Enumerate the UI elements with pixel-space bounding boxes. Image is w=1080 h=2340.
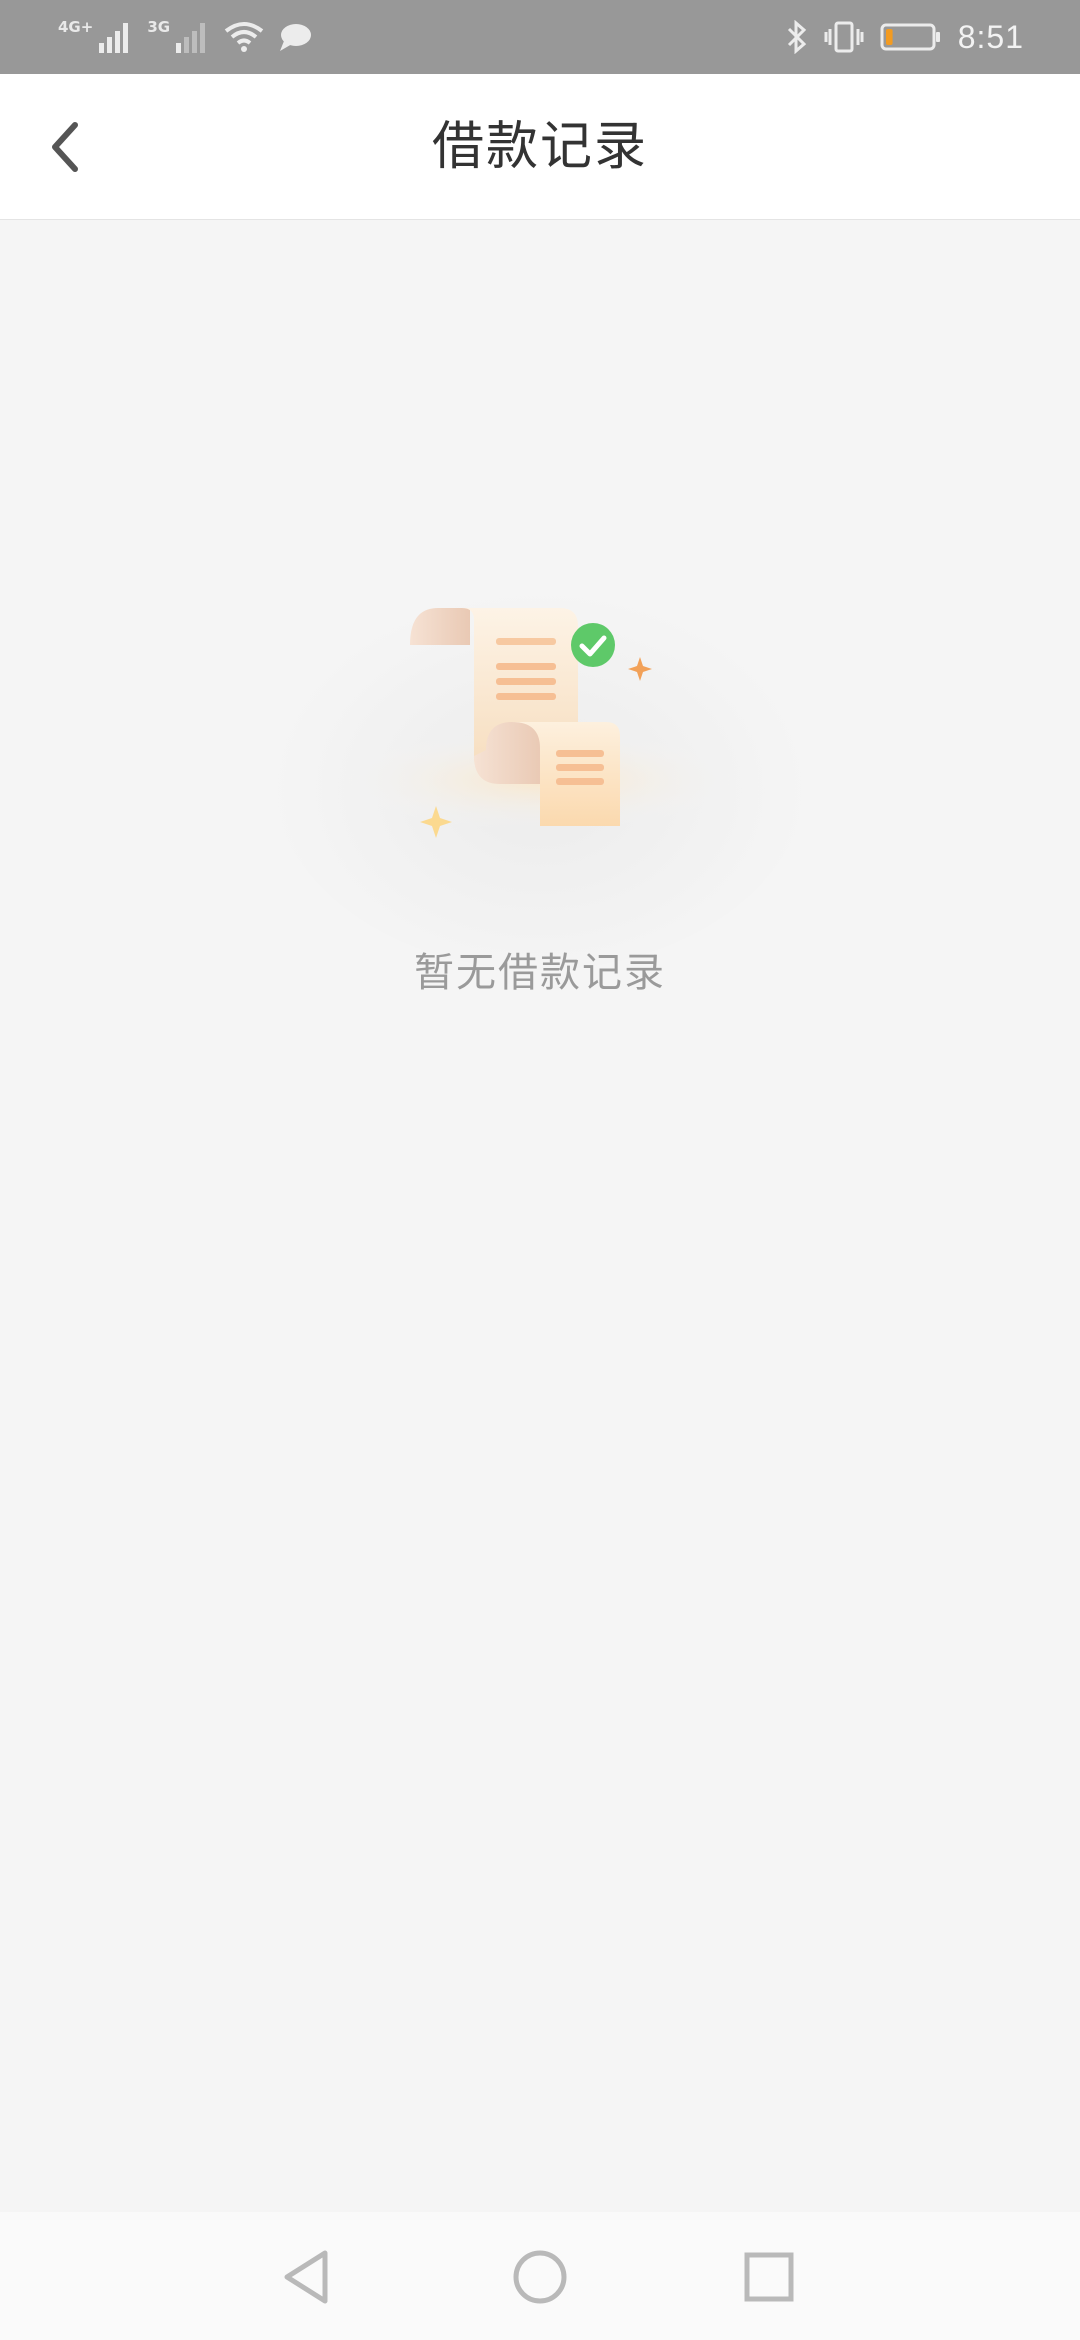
nav-recents-button[interactable] <box>724 2232 814 2322</box>
recents-square-icon <box>744 2252 794 2302</box>
vibrate-icon <box>824 21 864 53</box>
page-title: 借款记录 <box>431 117 648 177</box>
message-icon <box>280 24 312 51</box>
empty-state: 暂无借款记录 <box>0 520 1080 1020</box>
signal-icon <box>99 23 129 53</box>
bluetooth-icon <box>787 20 806 54</box>
network-type-1: 4G+ <box>58 18 94 36</box>
status-time: 8:51 <box>957 18 1024 55</box>
battery-fill <box>885 29 893 45</box>
empty-message: 暂无借款记录 <box>414 950 666 996</box>
navigation-bar <box>0 2212 1080 2340</box>
signal-icon-secondary <box>176 23 206 53</box>
receipt-scroll-illustration <box>270 570 810 970</box>
status-bar: 4G+ 3G 8:51 <box>0 0 1080 74</box>
network-type-2: 3G <box>147 18 171 36</box>
wifi-icon <box>224 22 264 52</box>
battery-icon <box>880 23 940 51</box>
back-triangle-icon <box>284 2250 328 2304</box>
nav-back-button[interactable] <box>262 2232 352 2322</box>
home-circle-icon <box>513 2250 567 2304</box>
status-right-group: 8:51 <box>786 14 1024 60</box>
nav-home-button[interactable] <box>495 2232 585 2322</box>
app-header: 借款记录 <box>0 74 1080 220</box>
status-left-group: 4G+ 3G <box>58 14 312 60</box>
